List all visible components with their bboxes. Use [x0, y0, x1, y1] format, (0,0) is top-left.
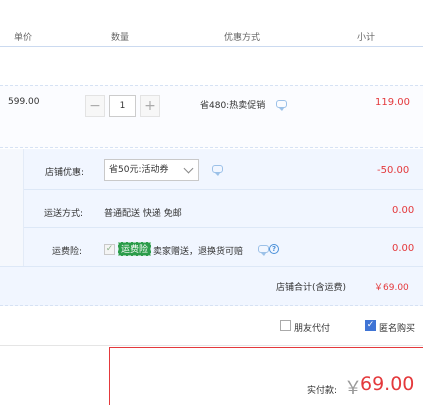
header-discount: 优惠方式: [224, 33, 261, 43]
insurance-badge: 运费险: [118, 242, 152, 256]
anonymous-checkbox[interactable]: ✓: [365, 320, 376, 331]
shop-discount-label: 店铺优惠:: [45, 168, 85, 178]
anonymous-label: 匿名购买: [379, 324, 416, 334]
quantity-input[interactable]: 1: [109, 95, 136, 117]
item-subtotal: 119.00: [375, 97, 410, 108]
header-quantity: 数量: [111, 33, 130, 43]
insurance-text: 卖家赠送，退换货可赔: [153, 247, 244, 257]
header-unit-price: 单价: [14, 33, 33, 43]
shop-left-gutter: [0, 149, 24, 266]
shipping-value: 普通配送 快递 免邮: [104, 209, 182, 219]
chat-icon[interactable]: [276, 100, 287, 111]
divider: [0, 345, 423, 346]
friend-pay-checkbox[interactable]: [280, 320, 291, 331]
insurance-checkbox[interactable]: ✓: [104, 244, 115, 255]
chevron-down-icon: [183, 163, 194, 174]
shipping-label: 运送方式:: [44, 209, 84, 219]
shipping-amount: 0.00: [392, 205, 415, 216]
shop-discount-amount: -50.00: [377, 165, 410, 176]
divider: [0, 266, 423, 267]
shop-total-label: 店铺合计(含运费): [276, 283, 347, 293]
payment-amount: 69.00: [360, 373, 415, 395]
item-promo: 省480:热卖促销: [200, 101, 266, 111]
item-row: [0, 85, 423, 148]
chat-icon[interactable]: [258, 245, 269, 256]
divider: [24, 189, 423, 190]
quantity-stepper: − 1 +: [85, 95, 160, 117]
item-unit-price: 599.00: [8, 97, 40, 107]
divider: [24, 227, 423, 228]
friend-pay-label: 朋友代付: [294, 324, 331, 334]
help-icon[interactable]: ?: [269, 244, 279, 254]
insurance-amount: 0.00: [392, 243, 415, 254]
chat-icon[interactable]: [212, 165, 223, 176]
shop-total-amount: ￥69.00: [374, 283, 409, 293]
payment-label: 实付款:: [307, 386, 338, 396]
shop-discount-select-value: 省50元:活动券: [109, 165, 169, 175]
quantity-minus-button[interactable]: −: [85, 95, 105, 117]
header-subtotal: 小计: [357, 33, 376, 43]
quantity-plus-button[interactable]: +: [140, 95, 160, 117]
shop-discount-select[interactable]: 省50元:活动券: [104, 159, 199, 181]
insurance-label: 运费险:: [52, 247, 83, 257]
